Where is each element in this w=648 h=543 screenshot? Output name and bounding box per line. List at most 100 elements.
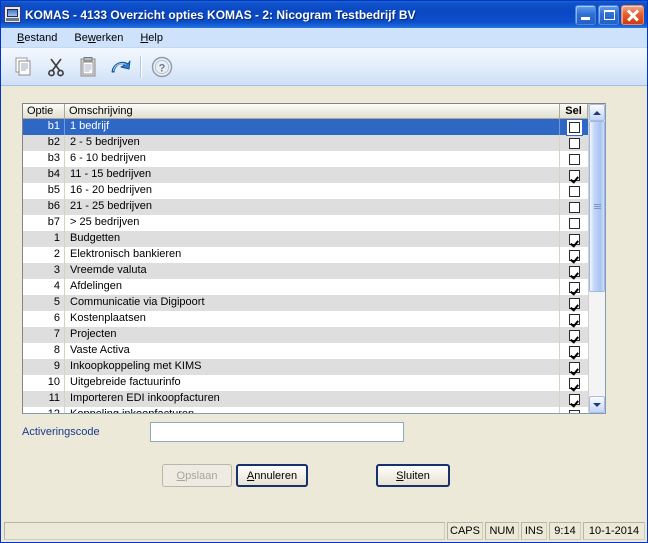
cell-omschrijving: Uitgebreide factuurinfo [65,375,560,391]
cell-omschrijving: 1 bedrijf [65,119,560,135]
sel-checkbox[interactable] [568,281,580,293]
menu-item-help[interactable]: Help [132,30,172,46]
cell-sel [560,119,588,135]
copy-icon[interactable] [9,52,39,82]
cell-optie: 10 [23,375,65,391]
status-num: NUM [485,522,519,540]
grid-header-row: Optie Omschrijving Sel [23,104,588,119]
cell-sel [560,327,588,343]
save-button[interactable]: Opslaan [162,464,232,487]
table-row[interactable]: 8 Vaste Activa [23,343,588,359]
table-row[interactable]: 6 Kostenplaatsen [23,311,588,327]
table-row[interactable]: b6 21 - 25 bedrijven [23,199,588,215]
sel-checkbox[interactable] [568,313,580,325]
activation-code-label: Activeringscode [22,426,100,438]
cell-optie: b4 [23,167,65,183]
cell-optie: 1 [23,231,65,247]
table-row[interactable]: 4 Afdelingen [23,279,588,295]
menu-item-bewerken[interactable]: Bewerken [66,30,132,46]
scroll-down-icon[interactable] [589,396,605,413]
sel-checkbox[interactable] [568,233,580,245]
table-row[interactable]: b5 16 - 20 bedrijven [23,183,588,199]
status-message [4,522,445,540]
sel-checkbox[interactable] [568,393,580,405]
close-dialog-button[interactable]: Sluiten [376,464,450,487]
options-grid: Optie Omschrijving Sel b1 1 bedrijf b2 2 - … [22,103,606,414]
cell-sel [560,391,588,407]
sel-checkbox[interactable] [568,409,580,413]
sel-checkbox[interactable] [568,137,580,149]
cell-omschrijving: Inkoopkoppeling met KIMS [65,359,560,375]
title-bar: KOMAS - 4133 Overzicht opties KOMAS - 2:… [1,1,647,28]
toolbar: ? [1,48,647,86]
sel-checkbox[interactable] [566,119,582,135]
application-window-icon [4,6,21,23]
paste-icon[interactable] [73,52,103,82]
cell-sel [560,215,588,231]
svg-text:?: ? [159,62,166,74]
table-row[interactable]: b2 2 - 5 bedrijven [23,135,588,151]
client-area: Optie Omschrijving Sel b1 1 bedrijf b2 2 - … [1,86,647,520]
table-row[interactable]: b7 > 25 bedrijven [23,215,588,231]
scrollbar-thumb[interactable] [589,121,605,292]
cell-omschrijving: Budgetten [65,231,560,247]
sel-checkbox[interactable] [568,377,580,389]
window-title: KOMAS - 4133 Overzicht opties KOMAS - 2:… [25,7,416,22]
sel-checkbox[interactable] [568,265,580,277]
sel-checkbox[interactable] [568,345,580,357]
table-row[interactable]: 1 Budgetten [23,231,588,247]
table-row[interactable]: 3 Vreemde valuta [23,263,588,279]
cell-omschrijving: 21 - 25 bedrijven [65,199,560,215]
sel-checkbox[interactable] [568,217,580,229]
table-row[interactable]: 9 Inkoopkoppeling met KIMS [23,359,588,375]
cell-optie: b2 [23,135,65,151]
sel-checkbox[interactable] [568,169,580,181]
table-row[interactable]: 5 Communicatie via Digipoort [23,295,588,311]
scroll-up-icon[interactable] [589,104,605,121]
sel-checkbox[interactable] [568,297,580,309]
status-ins: INS [521,522,547,540]
cell-sel [560,135,588,151]
sel-checkbox[interactable] [568,201,580,213]
close-button[interactable] [621,4,644,25]
sel-checkbox[interactable] [568,361,580,373]
table-row[interactable]: b1 1 bedrijf [23,119,588,135]
cell-omschrijving: Projecten [65,327,560,343]
cell-optie: 6 [23,311,65,327]
activation-code-input[interactable] [150,422,404,442]
table-row[interactable]: b3 6 - 10 bedrijven [23,151,588,167]
table-row[interactable]: 10 Uitgebreide factuurinfo [23,375,588,391]
sel-checkbox[interactable] [568,329,580,341]
table-row[interactable]: 11 Importeren EDI inkoopfacturen [23,391,588,407]
application-window: KOMAS - 4133 Overzicht opties KOMAS - 2:… [0,0,648,543]
column-header-omschrijving[interactable]: Omschrijving [65,104,560,119]
sel-checkbox[interactable] [568,153,580,165]
sel-checkbox[interactable] [568,249,580,261]
maximize-button[interactable] [598,4,619,25]
column-header-sel[interactable]: Sel [560,104,588,119]
cell-sel [560,375,588,391]
menu-item-bestand[interactable]: Bestand [9,30,66,46]
status-bar: CAPS NUM INS 9:14 10-1-2014 [1,520,647,542]
cell-sel [560,295,588,311]
cancel-button[interactable]: Annuleren [236,464,308,487]
table-row[interactable]: 2 Elektronisch bankieren [23,247,588,263]
cell-sel [560,311,588,327]
table-row[interactable]: b4 11 - 15 bedrijven [23,167,588,183]
sel-checkbox[interactable] [568,185,580,197]
scrollbar-track[interactable] [589,121,605,396]
table-row[interactable]: 7 Projecten [23,327,588,343]
cell-sel [560,231,588,247]
cell-omschrijving: 2 - 5 bedrijven [65,135,560,151]
minimize-button[interactable] [575,4,596,25]
cell-optie: 12 [23,407,65,413]
undo-icon[interactable] [105,52,135,82]
column-header-optie[interactable]: Optie [23,104,65,119]
cell-optie: 7 [23,327,65,343]
cell-omschrijving: Vreemde valuta [65,263,560,279]
table-row[interactable]: 12Koppeling inkoopfacturen [23,407,588,413]
cut-icon[interactable] [41,52,71,82]
grid-vertical-scrollbar[interactable] [588,104,605,413]
help-icon[interactable]: ? [147,52,177,82]
cell-omschrijving: Elektronisch bankieren [65,247,560,263]
